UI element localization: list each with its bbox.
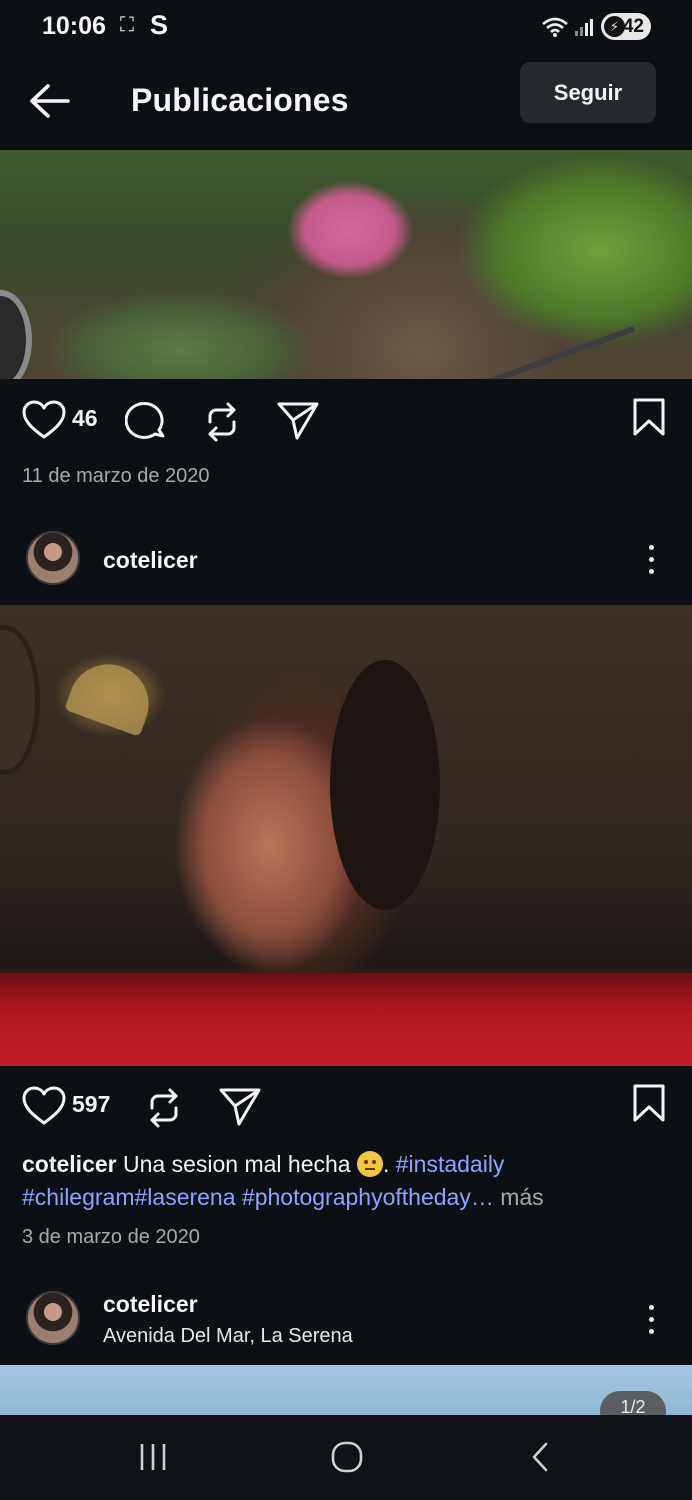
hashtag-link[interactable]: #instadaily [396,1151,505,1177]
image-detail [330,660,440,910]
status-time: 10:06 [42,12,106,40]
post-image[interactable] [0,150,692,379]
post-date: 11 de marzo de 2020 [22,465,210,487]
image-detail [0,973,692,1066]
image-detail [0,290,32,379]
follow-button[interactable]: Seguir [520,62,656,123]
post-date: 3 de marzo de 2020 [22,1226,200,1248]
bookmark-icon[interactable] [632,1083,666,1123]
caption-username[interactable]: cotelicer [22,1151,117,1177]
image-detail [0,625,40,775]
more-options-icon[interactable] [640,545,662,585]
avatar[interactable] [26,1291,80,1345]
image-detail [445,325,635,379]
page-title: Publicaciones [131,82,349,118]
post-location[interactable]: Avenida Del Mar, La Serena [103,1325,353,1348]
post-user-row: cotelicer [0,523,692,595]
app-header: Publicaciones Seguir [0,56,692,150]
neutral-face-emoji-icon [356,1151,383,1177]
system-nav-bar [0,1415,692,1500]
status-bar: 10:06 ⛶ S ⚡ 42 [0,0,692,56]
post-actions: 46 [0,392,692,452]
back-arrow-icon[interactable] [24,78,74,124]
screen-record-icon: ⛶ [120,14,134,36]
back-nav-icon[interactable] [528,1441,552,1473]
app-notification-icon: S [150,10,169,40]
post-image[interactable] [0,605,692,1066]
image-counter-badge: 1/2 [600,1391,666,1415]
like-count[interactable]: 46 [72,405,98,432]
share-send-icon[interactable] [276,400,320,442]
post-image[interactable]: 1/2 [0,1365,692,1415]
like-heart-icon[interactable] [22,1086,66,1126]
signal-icon [575,19,593,36]
post-caption: cotelicer Una sesion mal hecha . #instad… [22,1148,672,1214]
avatar[interactable] [26,531,80,585]
repost-icon[interactable] [202,400,242,444]
post-actions: 597 [0,1078,692,1138]
like-heart-icon[interactable] [22,400,66,440]
hashtag-link[interactable]: #chilegram#laserena #photographyoftheday… [22,1184,494,1210]
post-user-row: cotelicer Avenida Del Mar, La Serena [0,1283,692,1355]
battery-indicator: ⚡ 42 [601,13,651,40]
caption-punctuation: . [382,1151,390,1177]
bookmark-icon[interactable] [632,397,666,437]
like-count[interactable]: 597 [72,1091,110,1118]
charging-icon: ⚡ [604,16,625,37]
wifi-icon [542,17,568,37]
more-options-icon[interactable] [640,1305,662,1345]
share-send-icon[interactable] [218,1086,262,1128]
home-icon[interactable] [330,1441,364,1473]
username[interactable]: cotelicer [103,547,198,574]
username[interactable]: cotelicer [103,1291,198,1318]
battery-level: 42 [622,16,644,37]
recent-apps-icon[interactable] [138,1441,168,1473]
caption-text: Una sesion mal hecha [123,1151,351,1177]
comment-icon[interactable] [125,400,169,444]
repost-icon[interactable] [144,1086,184,1130]
caption-more-link[interactable]: más [500,1184,543,1210]
